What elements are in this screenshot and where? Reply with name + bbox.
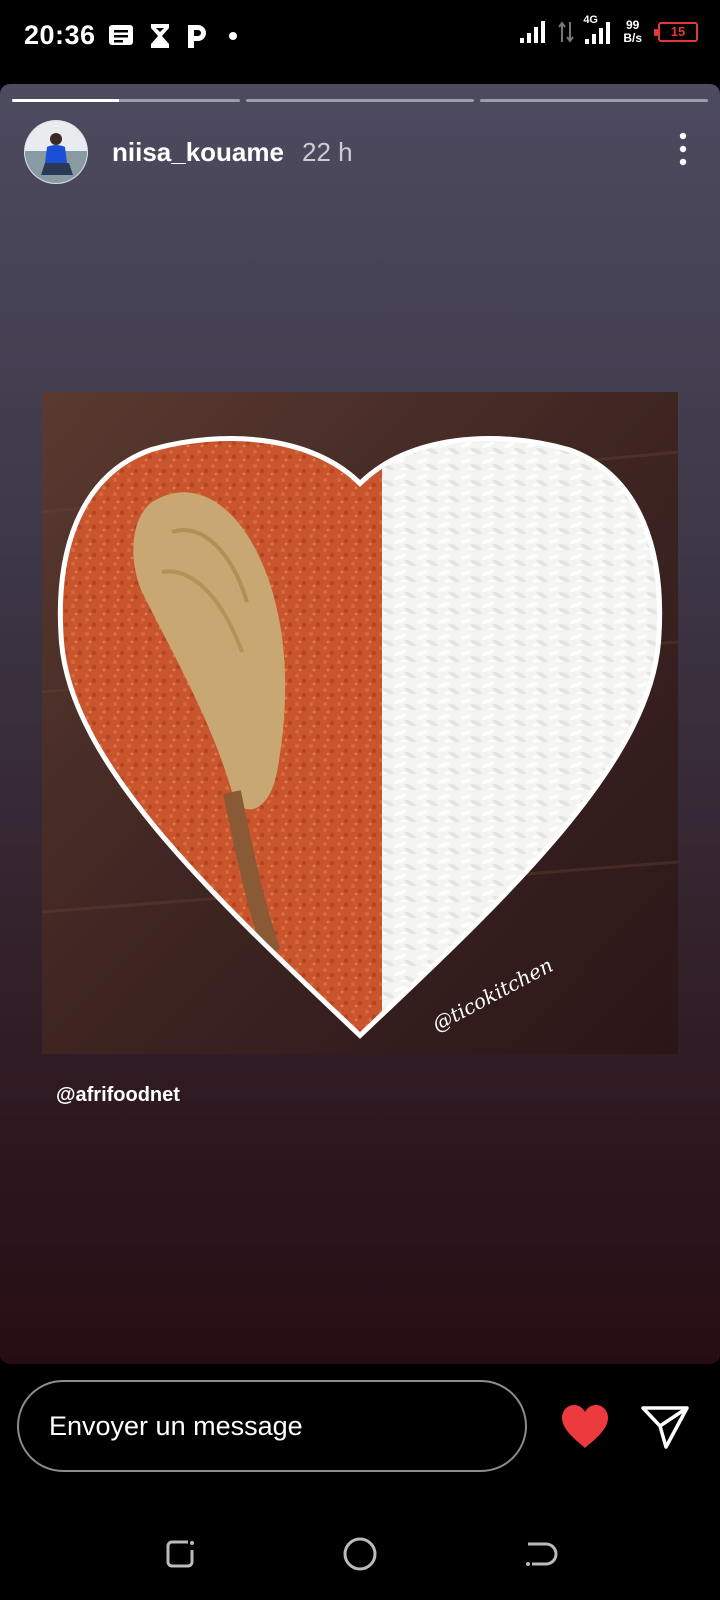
- battery-level: 15: [670, 24, 686, 39]
- progress-fill: [12, 99, 120, 102]
- story-username[interactable]: niisa_kouame: [112, 137, 284, 168]
- more-options-icon[interactable]: [676, 132, 690, 166]
- back-icon[interactable]: [520, 1534, 560, 1574]
- story-header: niisa_kouame 22 h: [24, 120, 696, 184]
- status-time: 20:36: [24, 20, 96, 50]
- progress-segment: [12, 99, 240, 102]
- message-notification-icon: [109, 25, 133, 45]
- story-viewer[interactable]: niisa_kouame 22 h @ticokitchen @afrifood…: [0, 84, 720, 1364]
- story-progress: [12, 99, 708, 102]
- story-time-ago: 22 h: [301, 136, 353, 167]
- recents-icon[interactable]: [160, 1534, 200, 1574]
- progress-segment: [480, 99, 708, 102]
- p-app-icon: [188, 25, 206, 48]
- avatar[interactable]: [24, 120, 88, 184]
- navigation-bar: [0, 1520, 720, 1590]
- message-input[interactable]: [17, 1380, 527, 1472]
- progress-segment: [246, 99, 474, 102]
- reply-bar: [0, 1380, 720, 1476]
- battery-icon: 15: [654, 22, 698, 42]
- story-photo: @ticokitchen: [42, 392, 678, 1054]
- like-heart-icon[interactable]: [560, 1404, 610, 1450]
- status-bar: 20:36 4G 99 B/s 15: [0, 0, 720, 78]
- dot-icon: [229, 32, 237, 40]
- system-indicators: 4G 99 B/s 15: [519, 14, 698, 46]
- hourglass-icon: [151, 24, 169, 48]
- data-arrows-icon: [558, 21, 575, 43]
- mention-sticker[interactable]: @afrifoodnet: [56, 1084, 180, 1107]
- signal-icon: [520, 21, 546, 43]
- network-speed: 99 B/s: [623, 19, 642, 45]
- home-icon[interactable]: [340, 1534, 380, 1574]
- notification-icons: [108, 22, 244, 50]
- signal-4g-icon: 4G: [583, 14, 615, 46]
- network-speed-unit: B/s: [623, 31, 642, 45]
- send-icon[interactable]: [640, 1404, 690, 1450]
